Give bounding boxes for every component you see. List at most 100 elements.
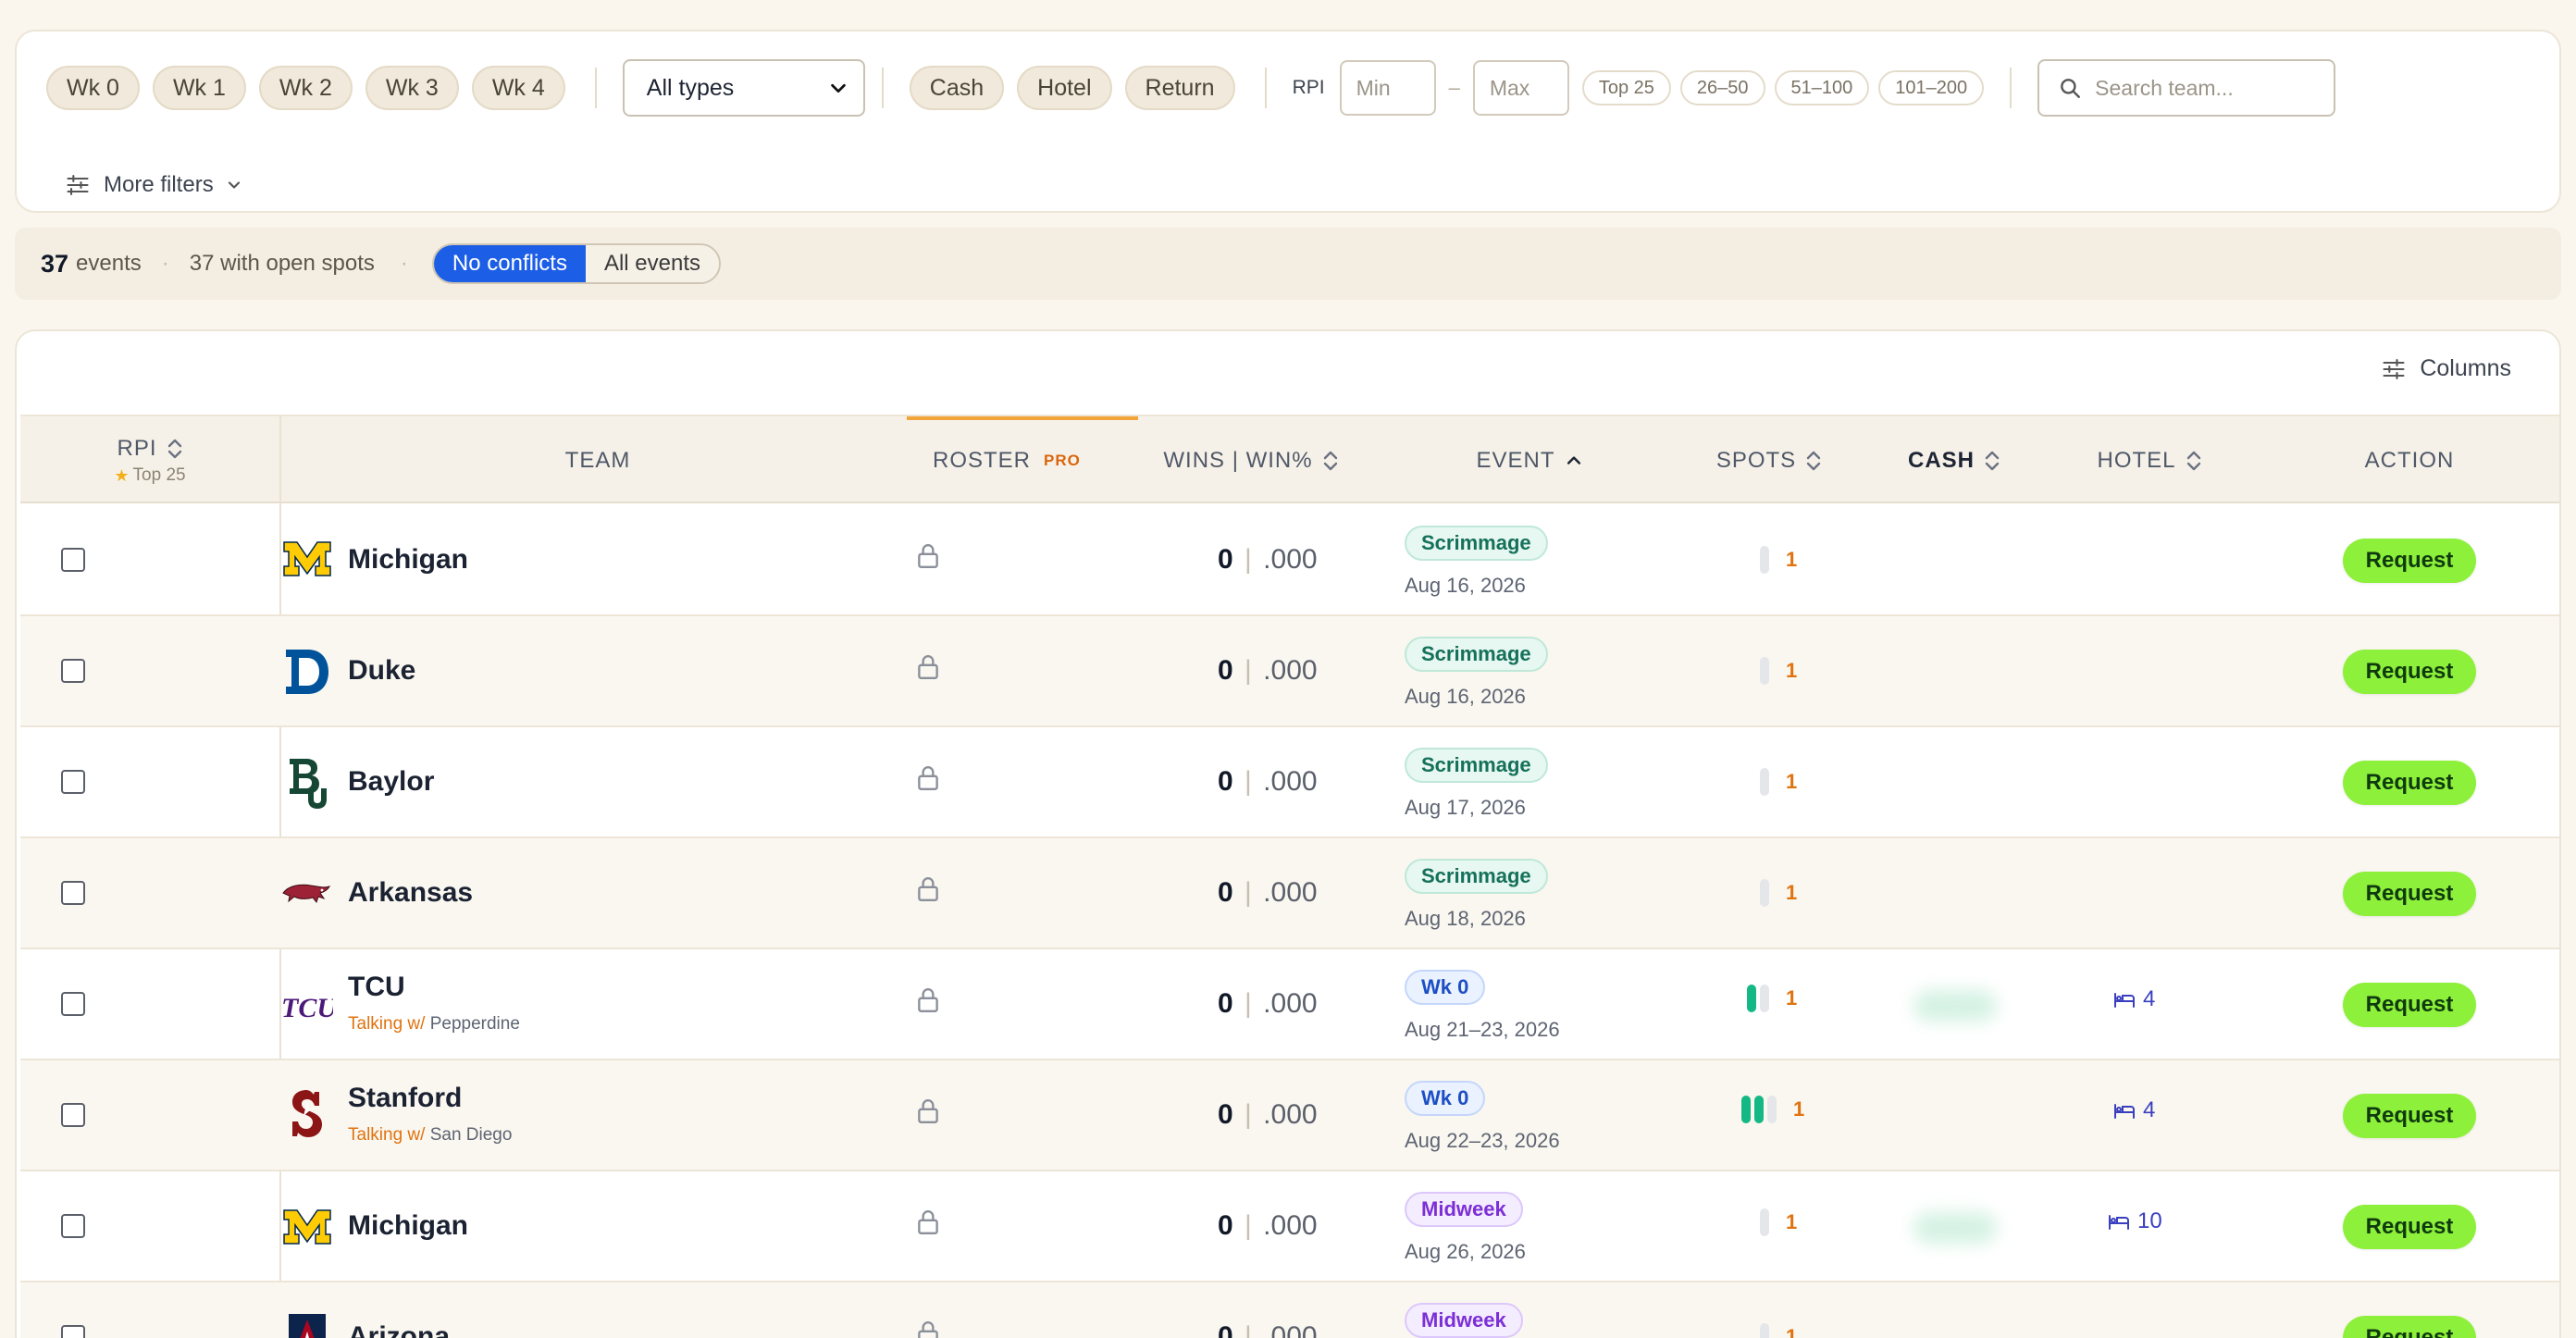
- column-cash[interactable]: CASH: [1889, 416, 2019, 505]
- event-date: Aug 26, 2026: [1405, 1240, 1526, 1263]
- team-name[interactable]: Stanford: [348, 1083, 462, 1114]
- team-name[interactable]: Arizona: [348, 1321, 450, 1338]
- return-chip[interactable]: Return: [1124, 66, 1235, 110]
- row-checkbox[interactable]: [61, 881, 85, 905]
- column-spots[interactable]: SPOTS: [1704, 416, 1834, 505]
- column-event[interactable]: EVENT: [1460, 416, 1599, 505]
- sort-icon: [1806, 451, 1821, 471]
- request-button[interactable]: Request: [2343, 761, 2476, 805]
- event-type-badge: Wk 0: [1405, 1081, 1486, 1116]
- row-checkbox[interactable]: [61, 1214, 85, 1238]
- rpi-26-50-chip[interactable]: 26–50: [1679, 70, 1765, 105]
- column-wins[interactable]: WINS | WIN%: [1149, 416, 1353, 505]
- row-checkbox[interactable]: [61, 1103, 85, 1127]
- table-row[interactable]: Arkansas 0 | .000 Scrimmage Aug 18, 2026…: [20, 838, 2559, 949]
- row-checkbox[interactable]: [61, 659, 85, 683]
- spots-count: 1: [1786, 548, 1798, 571]
- search-input[interactable]: Search team...: [2037, 59, 2336, 117]
- week-chip-2[interactable]: Wk 2: [258, 66, 353, 110]
- column-hotel[interactable]: HOTEL: [2080, 416, 2219, 505]
- more-filters-button[interactable]: More filters: [65, 172, 256, 198]
- rpi-top25-chip[interactable]: Top 25: [1581, 70, 1671, 105]
- separator-dot: ·: [400, 251, 408, 276]
- cash-chip[interactable]: Cash: [909, 66, 1005, 110]
- cash-value-blurred: [1913, 990, 1997, 1022]
- columns-button[interactable]: Columns: [2381, 355, 2511, 382]
- week-chip-1[interactable]: Wk 1: [152, 66, 246, 110]
- team-name[interactable]: Michigan: [348, 1210, 468, 1242]
- rpi-max-input[interactable]: Max: [1472, 60, 1569, 116]
- week-chip-4[interactable]: Wk 4: [471, 66, 565, 110]
- spots-count: 1: [1786, 659, 1798, 682]
- column-team: TEAM: [564, 448, 631, 473]
- table-row[interactable]: Baylor 0 | .000 Scrimmage Aug 17, 2026 1…: [20, 727, 2559, 838]
- table-row[interactable]: Michigan 0 | .000 Scrimmage Aug 16, 2026…: [20, 505, 2559, 616]
- row-checkbox[interactable]: [61, 548, 85, 572]
- request-button[interactable]: Request: [2343, 1205, 2476, 1249]
- wins-separator: |: [1245, 544, 1252, 575]
- wins-count: 0: [1218, 1210, 1233, 1241]
- column-rpi[interactable]: RPI ★ Top 25: [20, 416, 279, 505]
- request-button[interactable]: Request: [2343, 650, 2476, 694]
- team-name[interactable]: Baylor: [348, 766, 434, 798]
- rpi-101-200-chip[interactable]: 101–200: [1878, 70, 1985, 105]
- win-pct: .000: [1263, 766, 1318, 797]
- row-checkbox[interactable]: [61, 992, 85, 1016]
- no-conflicts-toggle[interactable]: No conflicts: [433, 245, 586, 282]
- spot-open: [1760, 768, 1769, 796]
- wins-record: 0 | .000: [1218, 1210, 1318, 1242]
- hotel-nights: 4: [2143, 1097, 2156, 1122]
- spot-filled: [1747, 985, 1756, 1012]
- talking-with-label: Talking w/: [348, 1125, 426, 1145]
- all-events-toggle[interactable]: All events: [585, 245, 720, 282]
- wins-record: 0 | .000: [1218, 1099, 1318, 1131]
- rpi-51-100-chip[interactable]: 51–100: [1774, 70, 1870, 105]
- sort-icon: [1985, 451, 2000, 471]
- team-name[interactable]: Michigan: [348, 544, 468, 576]
- table-row[interactable]: Michigan 0 | .000 Midweek Aug 26, 2026 1…: [20, 1171, 2559, 1282]
- hotel-info: 10: [2108, 1208, 2162, 1234]
- duke-logo: [281, 646, 333, 698]
- table-row[interactable]: TCU TCU Talking w/ Pepperdine 0 | .000 W…: [20, 949, 2559, 1060]
- team-name[interactable]: TCU: [348, 972, 405, 1003]
- team-name[interactable]: Arkansas: [348, 877, 473, 909]
- spots-count: 1: [1786, 770, 1798, 793]
- table-row[interactable]: Duke 0 | .000 Scrimmage Aug 16, 2026 1 R…: [20, 616, 2559, 727]
- bed-icon: [2114, 993, 2135, 1008]
- column-wins-label: WINS | WIN%: [1163, 448, 1313, 473]
- event-type-badge: Scrimmage: [1405, 637, 1548, 672]
- column-spots-label: SPOTS: [1715, 448, 1797, 473]
- hotel-chip[interactable]: Hotel: [1017, 66, 1112, 110]
- week-chip-0[interactable]: Wk 0: [46, 66, 140, 110]
- request-button[interactable]: Request: [2343, 539, 2476, 583]
- event-count: 37: [41, 249, 69, 278]
- hotel-info: 4: [2113, 1097, 2155, 1123]
- request-button[interactable]: Request: [2343, 872, 2476, 916]
- arkansas-logo: [281, 868, 333, 920]
- column-event-label: EVENT: [1476, 448, 1555, 473]
- team-name[interactable]: Duke: [348, 655, 415, 687]
- lock-icon: [916, 1319, 940, 1338]
- win-pct: .000: [1263, 1321, 1318, 1338]
- events-table-card: Columns RPI ★ Top 25 TEAM ROSTER PRO WIN…: [15, 329, 2561, 1338]
- row-checkbox[interactable]: [61, 770, 85, 794]
- table-row[interactable]: Stanford Talking w/ San Diego 0 | .000 W…: [20, 1060, 2559, 1171]
- cash-value-blurred: [1913, 1212, 1997, 1244]
- spots-count: 1: [1786, 881, 1798, 904]
- rpi-top25-filter[interactable]: ★ Top 25: [114, 465, 185, 486]
- spot-open: [1760, 1208, 1769, 1236]
- row-checkbox[interactable]: [61, 1325, 85, 1338]
- rpi-min-input[interactable]: Min: [1339, 60, 1436, 116]
- event-type-select[interactable]: All types: [622, 59, 865, 117]
- week-chip-3[interactable]: Wk 3: [365, 66, 459, 110]
- results-summary: 37 events · 37 with open spots · No conf…: [15, 228, 2561, 300]
- request-button[interactable]: Request: [2343, 1316, 2476, 1338]
- spot-filled: [1754, 1096, 1764, 1123]
- arizona-logo: [281, 1308, 333, 1338]
- wins-count: 0: [1218, 1099, 1233, 1130]
- request-button[interactable]: Request: [2343, 1094, 2476, 1138]
- spot-open: [1760, 657, 1769, 685]
- table-row[interactable]: Arizona 0 | .000 Midweek 1 Request: [20, 1282, 2559, 1338]
- request-button[interactable]: Request: [2343, 983, 2476, 1027]
- event-date: Aug 21–23, 2026: [1405, 1018, 1560, 1041]
